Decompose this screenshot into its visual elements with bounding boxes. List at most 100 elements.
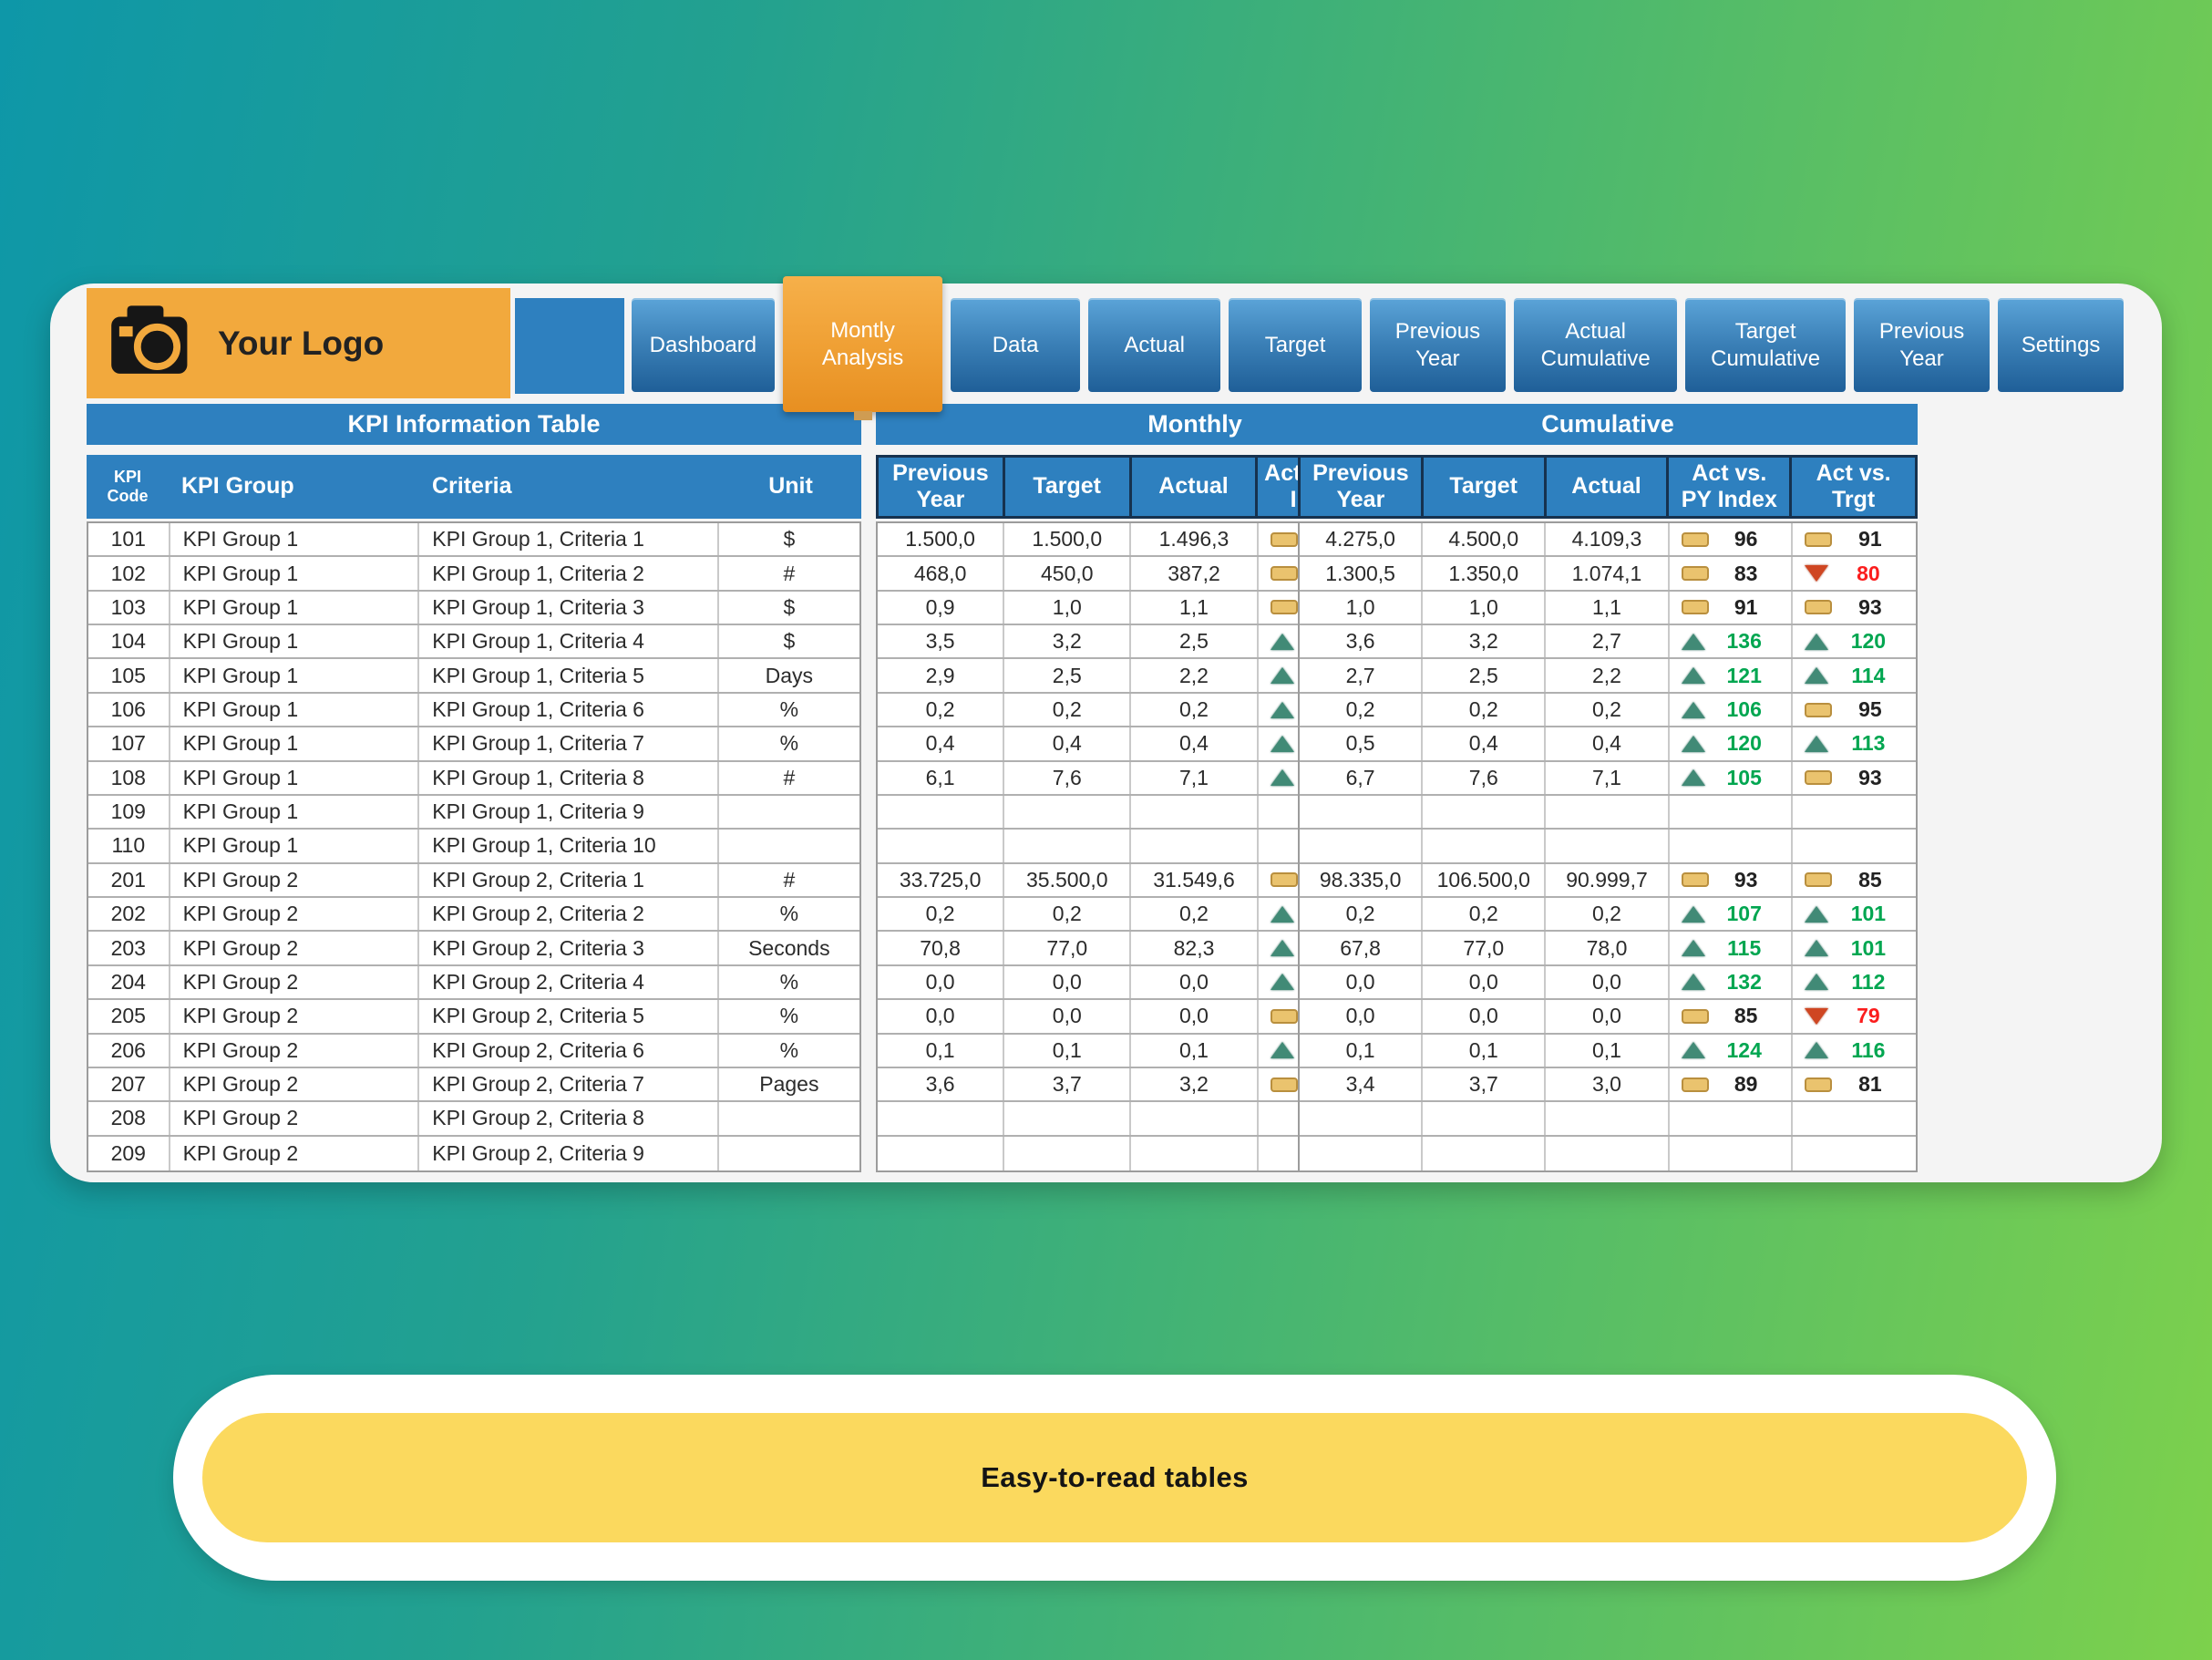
cell-cumulative-actual[interactable] <box>1546 1137 1669 1170</box>
cell-kpi-code[interactable]: 102 <box>88 557 170 589</box>
cell-unit[interactable] <box>719 830 859 861</box>
cell-cumulative-act-vs-trgt[interactable]: 114 <box>1793 659 1916 691</box>
cell-kpi-group[interactable]: KPI Group 1 <box>170 659 420 691</box>
cell-criteria[interactable]: KPI Group 2, Criteria 7 <box>419 1068 718 1100</box>
cell-criteria[interactable]: KPI Group 2, Criteria 9 <box>419 1137 718 1170</box>
tab-settings[interactable]: Settings <box>1998 298 2124 392</box>
cell-monthly-actual[interactable]: 31.549,6 <box>1131 864 1258 896</box>
cell-monthly-actual[interactable]: 0,2 <box>1131 694 1258 726</box>
cell-cumulative-act-vs-py-index[interactable]: 83 <box>1670 557 1793 589</box>
cell-kpi-code[interactable]: 104 <box>88 625 170 657</box>
cell-cumulative-target[interactable]: 0,2 <box>1423 898 1546 930</box>
cell-unit[interactable]: # <box>719 557 859 589</box>
cell-cumulative-previous-year[interactable]: 6,7 <box>1300 762 1423 794</box>
cell-monthly-target[interactable]: 0,0 <box>1004 1000 1131 1032</box>
cell-unit[interactable]: # <box>719 762 859 794</box>
cell-monthly-target[interactable] <box>1004 830 1131 861</box>
cell-criteria[interactable]: KPI Group 2, Criteria 1 <box>419 864 718 896</box>
cell-monthly-target[interactable]: 0,1 <box>1004 1035 1131 1067</box>
cell-cumulative-previous-year[interactable]: 3,6 <box>1300 625 1423 657</box>
cell-cumulative-act-vs-py-index[interactable]: 107 <box>1670 898 1793 930</box>
cell-monthly-target[interactable]: 0,0 <box>1004 966 1131 998</box>
cell-criteria[interactable]: KPI Group 1, Criteria 2 <box>419 557 718 589</box>
cell-monthly-actual[interactable]: 0,0 <box>1131 966 1258 998</box>
cell-monthly-actual[interactable]: 0,2 <box>1131 898 1258 930</box>
cell-cumulative-previous-year[interactable]: 0,2 <box>1300 898 1423 930</box>
cell-unit[interactable]: $ <box>719 523 859 555</box>
cell-monthly-actual[interactable] <box>1131 796 1258 828</box>
cell-cumulative-actual[interactable] <box>1546 1102 1669 1134</box>
cell-monthly-actual[interactable]: 7,1 <box>1131 762 1258 794</box>
cell-cumulative-previous-year[interactable] <box>1300 830 1423 861</box>
cell-unit[interactable]: % <box>719 898 859 930</box>
cell-cumulative-previous-year[interactable]: 0,1 <box>1300 1035 1423 1067</box>
cell-kpi-group[interactable]: KPI Group 1 <box>170 592 420 624</box>
cell-monthly-previous-year[interactable]: 0,0 <box>878 966 1004 998</box>
cell-monthly-actual[interactable] <box>1131 1137 1258 1170</box>
cell-monthly-previous-year[interactable] <box>878 796 1004 828</box>
cell-criteria[interactable]: KPI Group 2, Criteria 3 <box>419 932 718 964</box>
cell-cumulative-previous-year[interactable]: 0,0 <box>1300 1000 1423 1032</box>
tab-dashboard[interactable]: Dashboard <box>632 298 775 392</box>
cell-cumulative-actual[interactable] <box>1546 830 1669 861</box>
cell-kpi-group[interactable]: KPI Group 1 <box>170 523 420 555</box>
cell-monthly-target[interactable]: 3,7 <box>1004 1068 1131 1100</box>
cell-cumulative-act-vs-trgt[interactable]: 79 <box>1793 1000 1916 1032</box>
cell-criteria[interactable]: KPI Group 1, Criteria 3 <box>419 592 718 624</box>
cell-criteria[interactable]: KPI Group 2, Criteria 8 <box>419 1102 718 1134</box>
cell-monthly-previous-year[interactable]: 0,0 <box>878 1000 1004 1032</box>
cell-monthly-previous-year[interactable]: 468,0 <box>878 557 1004 589</box>
cell-kpi-group[interactable]: KPI Group 1 <box>170 796 420 828</box>
cell-criteria[interactable]: KPI Group 2, Criteria 6 <box>419 1035 718 1067</box>
cell-monthly-previous-year[interactable] <box>878 1137 1004 1170</box>
cell-criteria[interactable]: KPI Group 2, Criteria 5 <box>419 1000 718 1032</box>
cell-unit[interactable]: Pages <box>719 1068 859 1100</box>
cell-cumulative-act-vs-trgt[interactable]: 101 <box>1793 898 1916 930</box>
tab-target-cumulative[interactable]: Target Cumulative <box>1685 298 1846 392</box>
cell-cumulative-act-vs-py-index[interactable]: 106 <box>1670 694 1793 726</box>
cell-criteria[interactable]: KPI Group 1, Criteria 9 <box>419 796 718 828</box>
cell-monthly-target[interactable]: 2,5 <box>1004 659 1131 691</box>
cell-monthly-actual[interactable] <box>1131 830 1258 861</box>
cell-cumulative-actual[interactable]: 3,0 <box>1546 1068 1669 1100</box>
cell-criteria[interactable]: KPI Group 1, Criteria 5 <box>419 659 718 691</box>
tab-previous-year[interactable]: Previous Year <box>1370 298 1506 392</box>
cell-monthly-previous-year[interactable] <box>878 1102 1004 1134</box>
cell-unit[interactable]: % <box>719 966 859 998</box>
cell-monthly-target[interactable] <box>1004 1137 1131 1170</box>
cell-unit[interactable]: $ <box>719 592 859 624</box>
cell-cumulative-actual[interactable] <box>1546 796 1669 828</box>
cell-kpi-code[interactable]: 108 <box>88 762 170 794</box>
tab-target[interactable]: Target <box>1229 298 1361 392</box>
cell-cumulative-act-vs-trgt[interactable]: 112 <box>1793 966 1916 998</box>
cell-cumulative-previous-year[interactable] <box>1300 796 1423 828</box>
cell-cumulative-act-vs-trgt[interactable]: 81 <box>1793 1068 1916 1100</box>
cell-cumulative-actual[interactable]: 0,1 <box>1546 1035 1669 1067</box>
cell-monthly-actual[interactable]: 387,2 <box>1131 557 1258 589</box>
cell-cumulative-previous-year[interactable] <box>1300 1102 1423 1134</box>
cell-cumulative-target[interactable]: 0,0 <box>1423 966 1546 998</box>
cell-cumulative-target[interactable]: 4.500,0 <box>1423 523 1546 555</box>
cell-cumulative-act-vs-py-index[interactable] <box>1670 1102 1793 1134</box>
cell-criteria[interactable]: KPI Group 1, Criteria 6 <box>419 694 718 726</box>
cell-cumulative-previous-year[interactable]: 0,0 <box>1300 966 1423 998</box>
tab-actual-cumulative[interactable]: Actual Cumulative <box>1514 298 1677 392</box>
cell-criteria[interactable]: KPI Group 1, Criteria 8 <box>419 762 718 794</box>
cell-cumulative-act-vs-py-index[interactable] <box>1670 830 1793 861</box>
cell-cumulative-previous-year[interactable]: 1.300,5 <box>1300 557 1423 589</box>
cell-cumulative-actual[interactable]: 1.074,1 <box>1546 557 1669 589</box>
cell-unit[interactable]: % <box>719 727 859 759</box>
cell-cumulative-act-vs-py-index[interactable]: 89 <box>1670 1068 1793 1100</box>
cell-monthly-previous-year[interactable]: 1.500,0 <box>878 523 1004 555</box>
cell-kpi-group[interactable]: KPI Group 2 <box>170 1068 420 1100</box>
cell-monthly-actual[interactable]: 0,4 <box>1131 727 1258 759</box>
cell-cumulative-target[interactable]: 2,5 <box>1423 659 1546 691</box>
cell-cumulative-act-vs-trgt[interactable]: 101 <box>1793 932 1916 964</box>
cell-cumulative-target[interactable]: 3,7 <box>1423 1068 1546 1100</box>
cell-cumulative-act-vs-py-index[interactable]: 132 <box>1670 966 1793 998</box>
cell-cumulative-target[interactable]: 1,0 <box>1423 592 1546 624</box>
cell-cumulative-act-vs-trgt[interactable]: 91 <box>1793 523 1916 555</box>
cell-cumulative-previous-year[interactable]: 0,5 <box>1300 727 1423 759</box>
cell-kpi-code[interactable]: 203 <box>88 932 170 964</box>
cell-cumulative-act-vs-py-index[interactable]: 124 <box>1670 1035 1793 1067</box>
